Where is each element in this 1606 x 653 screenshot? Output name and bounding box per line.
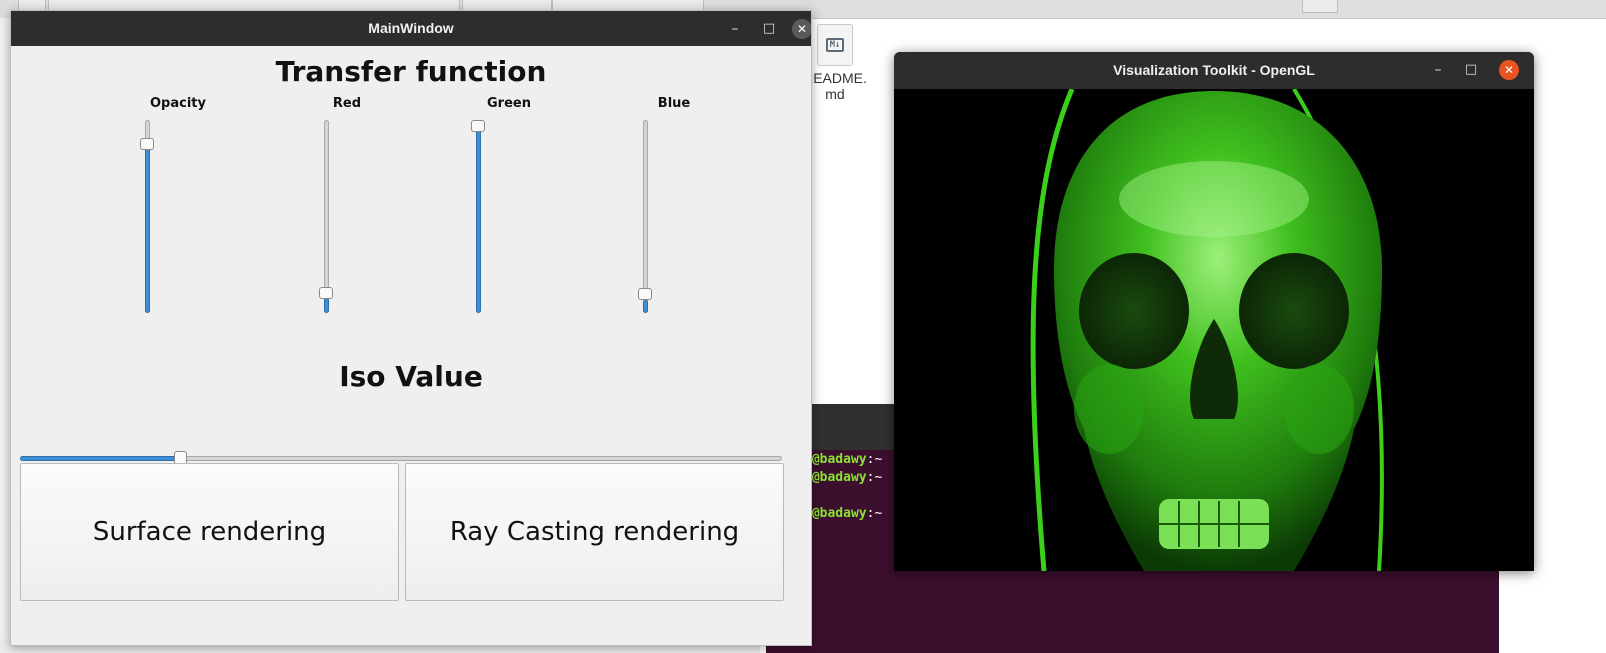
red-slider[interactable] xyxy=(319,120,333,313)
terminal-line: y@badawy:~ xyxy=(804,506,883,521)
left-cheekbone xyxy=(1074,364,1144,454)
blue-label: Blue xyxy=(657,96,691,111)
iso-value-heading: Iso Value xyxy=(339,360,483,393)
right-cheekbone xyxy=(1284,364,1354,454)
green-slider[interactable] xyxy=(471,120,485,313)
forehead-highlight xyxy=(1119,161,1309,237)
slider-fill xyxy=(643,299,648,313)
close-button[interactable]: ✕ xyxy=(792,19,811,39)
slider-fill xyxy=(145,139,150,313)
skull-volume-rendering xyxy=(1030,87,1384,571)
terminal-line: y@badawy:~ xyxy=(804,452,883,467)
desktop-top-segment xyxy=(1302,0,1338,13)
slider-handle[interactable] xyxy=(140,138,154,151)
markdown-file-icon: M↓ xyxy=(817,24,853,66)
minimize-button[interactable]: – xyxy=(725,19,745,39)
transfer-function-heading: Transfer function xyxy=(275,55,547,88)
surface-rendering-button[interactable]: Surface rendering xyxy=(20,463,399,601)
main-window-titlebar[interactable]: MainWindow – □ ✕ xyxy=(11,11,811,46)
main-window: MainWindow – □ ✕ Transfer function Opaci… xyxy=(10,10,812,646)
left-eye-socket xyxy=(1079,253,1189,369)
render-canvas[interactable] xyxy=(894,87,1534,571)
opacity-slider[interactable] xyxy=(140,120,154,313)
slider-fill xyxy=(324,297,329,313)
slider-handle[interactable] xyxy=(471,120,485,132)
blue-slider[interactable] xyxy=(638,120,652,313)
maximize-button[interactable]: □ xyxy=(1461,60,1481,80)
slider-groove xyxy=(324,120,329,313)
right-eye-socket xyxy=(1239,253,1349,369)
slider-handle[interactable] xyxy=(319,286,333,299)
terminal-line: y@badawy:~ xyxy=(804,470,883,485)
maximize-button[interactable]: □ xyxy=(759,19,779,39)
minimize-button[interactable]: – xyxy=(1428,60,1448,80)
vtk-window-titlebar[interactable]: Visualization Toolkit - OpenGL – □ ✕ xyxy=(894,52,1534,89)
red-label: Red xyxy=(332,96,362,111)
slider-fill xyxy=(20,456,177,461)
opacity-label: Opacity xyxy=(150,96,206,111)
slider-handle[interactable] xyxy=(638,288,652,301)
close-button[interactable]: ✕ xyxy=(1499,60,1519,80)
main-window-title: MainWindow xyxy=(368,20,454,36)
slider-fill xyxy=(476,120,481,313)
slider-groove xyxy=(643,120,648,313)
ray-casting-rendering-button[interactable]: Ray Casting rendering xyxy=(405,463,784,601)
markdown-icon-glyph: M↓ xyxy=(825,38,845,52)
vtk-render-window: Visualization Toolkit - OpenGL – □ ✕ xyxy=(894,52,1534,571)
green-label: Green xyxy=(487,96,531,111)
